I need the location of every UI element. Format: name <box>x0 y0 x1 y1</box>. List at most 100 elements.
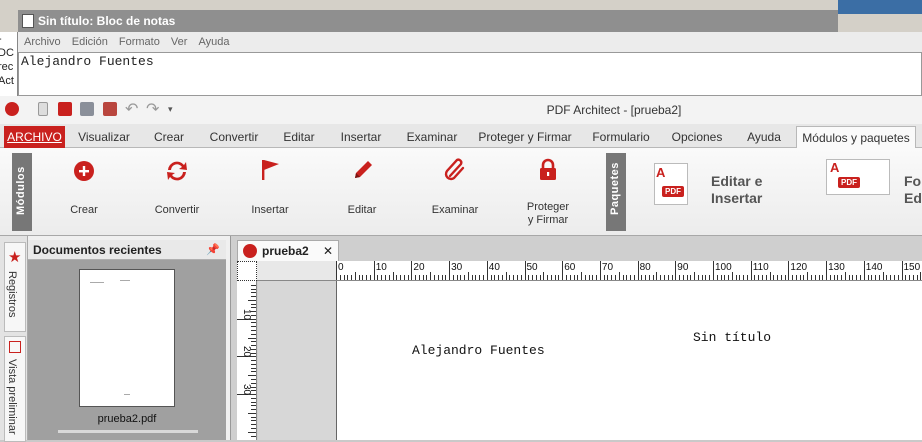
thumb-text-line <box>90 282 104 283</box>
ruler-minor-tick <box>388 275 390 280</box>
ruler-minor-tick <box>569 275 571 280</box>
proteger-firmar-module-button[interactable]: Proteger y Firmar <box>512 156 584 226</box>
examinar-module-button[interactable]: Examinar <box>420 156 490 216</box>
ruler-minor-tick <box>426 275 428 280</box>
tab-ayuda[interactable]: Ayuda <box>740 126 788 148</box>
notepad-text-area[interactable]: Alejandro Fuentes <box>18 52 922 96</box>
ruler-number: 40 <box>488 262 500 273</box>
ruler-minor-tick <box>697 275 699 280</box>
ruler-minor-tick <box>251 326 256 328</box>
tab-formulario[interactable]: Formulario <box>588 126 654 148</box>
ruler-minor-tick <box>251 330 256 331</box>
ruler-minor-tick <box>694 272 696 280</box>
convertir-module-button[interactable]: Convertir <box>142 156 212 216</box>
ruler-minor-tick <box>362 275 364 280</box>
modules-label: Módulos <box>15 166 27 215</box>
ruler-minor-tick <box>777 275 779 280</box>
pin-icon[interactable]: 📌 <box>206 240 220 260</box>
document-thumbnail[interactable] <box>79 269 175 407</box>
menu-ayuda[interactable]: Ayuda <box>199 36 230 48</box>
ruler-minor-tick <box>251 397 256 399</box>
menu-archivo[interactable]: Archivo <box>24 36 61 48</box>
ruler-minor-tick <box>814 275 816 280</box>
ruler-minor-tick <box>648 275 650 280</box>
menu-ver[interactable]: Ver <box>171 36 188 48</box>
ruler-minor-tick <box>728 275 730 280</box>
ruler-minor-tick <box>509 275 511 280</box>
document-tab[interactable]: prueba2 ✕ <box>237 240 339 261</box>
notepad-menubar: Archivo Edición Formato Ver Ayuda <box>18 32 922 52</box>
ruler-minor-tick <box>912 275 914 280</box>
insertar-module-button[interactable]: Insertar <box>236 156 304 216</box>
editar-module-button[interactable]: Editar <box>328 156 396 216</box>
ruler-minor-tick <box>565 275 567 280</box>
ruler-minor-tick <box>667 275 669 280</box>
background-text-line: rec <box>0 61 14 73</box>
tab-convertir[interactable]: Convertir <box>204 126 264 148</box>
document-page[interactable]: Alejandro Fuentes Sin título <box>336 281 922 440</box>
tab-registros[interactable]: ★ Registros <box>4 242 26 332</box>
tab-modulos-paquetes[interactable]: Módulos y paquetes <box>796 126 916 149</box>
menu-edicion[interactable]: Edición <box>72 36 108 48</box>
tab-opciones[interactable]: Opciones <box>668 126 726 148</box>
ruler-minor-tick <box>882 272 884 280</box>
tab-examinar[interactable]: Examinar <box>402 126 462 148</box>
package-formularios-label: FoEdi <box>904 173 922 206</box>
crear-module-button[interactable]: Crear <box>50 156 118 216</box>
tab-editar[interactable]: Editar <box>276 126 322 148</box>
ruler-tick <box>713 261 714 280</box>
tab-insertar[interactable]: Insertar <box>335 126 387 148</box>
ruler-minor-tick <box>811 275 813 280</box>
ruler-tick <box>336 261 337 280</box>
ruler-number: 0 <box>338 262 344 273</box>
tab-visualizar[interactable]: Visualizar <box>72 126 136 148</box>
ruler-minor-tick <box>251 435 256 437</box>
ruler-minor-tick <box>773 275 775 280</box>
ruler-minor-tick <box>251 363 256 365</box>
ruler-minor-tick <box>251 303 256 305</box>
ruler-minor-tick <box>875 275 877 280</box>
ruler-minor-tick <box>588 275 590 280</box>
ruler-minor-tick <box>343 275 345 280</box>
ruler-tick <box>788 261 790 280</box>
document-author-text[interactable]: Alejandro Fuentes <box>412 343 545 358</box>
ruler-tick <box>675 261 677 280</box>
ruler-minor-tick <box>498 275 500 280</box>
acrobat-icon: A <box>830 160 840 175</box>
ruler-minor-tick <box>724 275 726 280</box>
tab-proteger-firmar[interactable]: Proteger y Firmar <box>476 126 574 148</box>
ruler-minor-tick <box>822 275 824 280</box>
close-tab-icon[interactable]: ✕ <box>323 241 333 261</box>
ruler-minor-tick <box>686 275 688 280</box>
ruler-minor-tick <box>592 275 594 280</box>
packages-group-label: Paquetes <box>606 153 626 231</box>
document-title-text[interactable]: Sin título <box>693 330 771 345</box>
ruler-tick <box>901 261 903 280</box>
background-window-text: -DC rec Act <box>0 32 18 96</box>
ruler-minor-tick <box>251 311 256 313</box>
panel-scrollbar[interactable] <box>58 430 198 433</box>
ruler-minor-tick <box>558 275 560 280</box>
vertical-ruler: 10 20 30 <box>237 281 257 440</box>
ruler-minor-tick <box>762 275 763 280</box>
ruler-minor-tick <box>660 275 662 280</box>
document-tab-title: prueba2 <box>262 244 309 258</box>
ruler-corner[interactable] <box>237 261 257 281</box>
ruler-minor-tick <box>807 272 809 280</box>
ruler-minor-tick <box>550 275 552 280</box>
notepad-titlebar[interactable]: Sin título: Bloc de notas <box>18 10 838 32</box>
ruler-minor-tick <box>251 424 256 426</box>
ruler-minor-tick <box>739 275 741 280</box>
ruler-minor-tick <box>248 412 256 414</box>
tab-vista-preliminar[interactable]: Vista preliminar <box>4 336 26 442</box>
tab-archivo[interactable]: ARCHIVO <box>4 126 65 148</box>
ruler-minor-tick <box>251 322 256 324</box>
ruler-minor-tick <box>248 299 256 301</box>
ruler-minor-tick <box>671 275 673 280</box>
tab-crear[interactable]: Crear <box>145 126 193 148</box>
ruler-minor-tick <box>251 386 256 388</box>
ruler-minor-tick <box>784 275 786 280</box>
menu-formato[interactable]: Formato <box>119 36 160 48</box>
ruler-minor-tick <box>494 275 496 280</box>
ruler-minor-tick <box>867 275 869 280</box>
